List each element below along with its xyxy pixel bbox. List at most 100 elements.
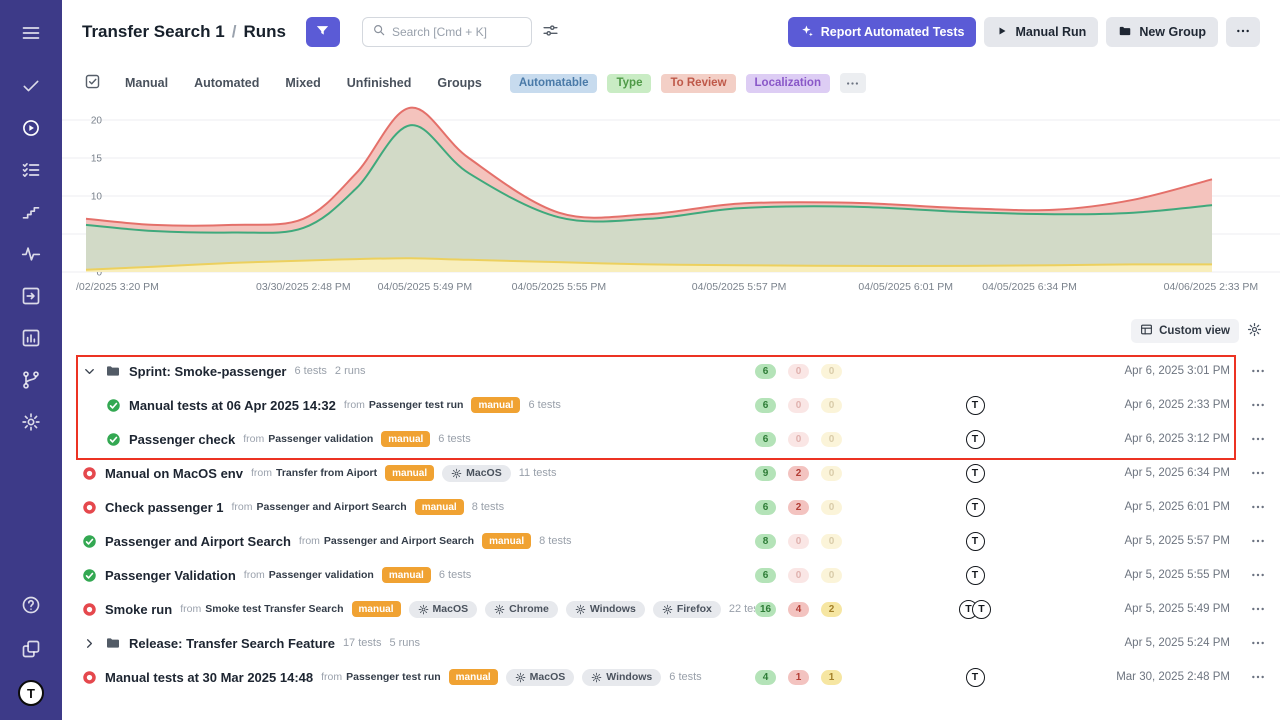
row-more-button[interactable]	[1230, 669, 1266, 685]
folder-icon	[1118, 24, 1132, 41]
run-row[interactable]: Manual on MacOS envfromTransfer from Aip…	[62, 456, 1280, 490]
app-logo[interactable]: T	[18, 680, 44, 706]
assignee-column: TT	[875, 600, 1075, 619]
run-row[interactable]: Manual tests at 06 Apr 2025 14:32fromPas…	[62, 388, 1280, 422]
chevron-right-icon[interactable]	[82, 636, 97, 651]
skipped-count: 0	[821, 568, 842, 583]
run-date: Apr 5, 2025 5:55 PM	[1075, 569, 1230, 581]
result-counts: 920	[755, 466, 875, 481]
avatar: T	[966, 532, 985, 551]
manual-badge: manual	[482, 533, 531, 549]
run-row[interactable]: Smoke runfromSmoke test Transfer Searchm…	[62, 592, 1280, 626]
row-more-button[interactable]	[1230, 465, 1266, 481]
tab-mixed[interactable]: Mixed	[273, 71, 332, 95]
row-main: Passenger checkfromPassenger validationm…	[82, 431, 755, 447]
failed-count: 0	[788, 398, 809, 413]
row-more-button[interactable]	[1230, 567, 1266, 583]
sidebar-item-branches[interactable]	[11, 360, 51, 400]
sidebar-item-help[interactable]	[11, 585, 51, 625]
row-more-button[interactable]	[1230, 363, 1266, 379]
result-counts: 620	[755, 500, 875, 515]
select-runs-button[interactable]	[82, 71, 103, 95]
sidebar-item-analytics[interactable]	[11, 318, 51, 358]
sidebar-item-settings[interactable]	[11, 402, 51, 442]
failed-icon	[82, 500, 97, 515]
run-row[interactable]: Passenger and Airport SearchfromPassenge…	[62, 524, 1280, 558]
source-run-name: Passenger validation	[268, 433, 373, 445]
filter-chip-type[interactable]: Type	[607, 74, 651, 93]
group-row[interactable]: Release: Transfer Search Feature17 tests…	[62, 626, 1280, 660]
group-row[interactable]: Sprint: Smoke-passenger6 tests2 runs600A…	[62, 354, 1280, 388]
tune-button[interactable]	[540, 20, 561, 44]
filter-chip-automatable[interactable]: Automatable	[510, 74, 598, 93]
tab-unfinished[interactable]: Unfinished	[335, 71, 424, 95]
svg-text:04/05/2025 6:01 PM: 04/05/2025 6:01 PM	[858, 281, 953, 293]
folder-icon	[105, 635, 121, 651]
run-title[interactable]: Manual tests at 30 Mar 2025 14:48	[105, 670, 313, 685]
custom-view-button[interactable]: Custom view	[1131, 319, 1239, 343]
sidebar-item-suites[interactable]	[11, 150, 51, 190]
group-title[interactable]: Sprint: Smoke-passenger	[129, 364, 287, 379]
filter-chip-to-review[interactable]: To Review	[661, 74, 735, 93]
skipped-count: 0	[821, 500, 842, 515]
failed-count: 2	[788, 466, 809, 481]
sidebar-item-plans[interactable]	[11, 192, 51, 232]
passed-icon	[82, 534, 97, 549]
main-content: Transfer Search 1 / Runs Report Automate…	[62, 0, 1280, 720]
report-automated-tests-button[interactable]: Report Automated Tests	[788, 17, 977, 47]
view-settings-button[interactable]	[1247, 322, 1262, 340]
manual-run-button[interactable]: Manual Run	[984, 17, 1098, 47]
run-row[interactable]: Passenger checkfromPassenger validationm…	[62, 422, 1280, 456]
passed-count: 4	[755, 670, 776, 685]
gear-icon	[1247, 322, 1262, 340]
run-date: Apr 5, 2025 5:49 PM	[1075, 603, 1230, 615]
sidebar-item-imports[interactable]	[11, 276, 51, 316]
svg-text:04/05/2025 5:49 PM: 04/05/2025 5:49 PM	[378, 281, 473, 293]
funnel-icon	[315, 23, 330, 41]
tab-manual[interactable]: Manual	[113, 71, 180, 95]
row-more-button[interactable]	[1230, 499, 1266, 515]
sidebar-item-activity[interactable]	[11, 234, 51, 274]
skipped-count: 2	[821, 602, 842, 617]
run-title[interactable]: Manual tests at 06 Apr 2025 14:32	[129, 398, 336, 413]
tab-groups[interactable]: Groups	[425, 71, 493, 95]
run-title[interactable]: Smoke run	[105, 602, 172, 617]
sidebar-item-checks[interactable]	[11, 66, 51, 106]
group-runs-count: 5 runs	[389, 637, 420, 649]
search-input[interactable]	[392, 25, 522, 39]
run-title[interactable]: Passenger and Airport Search	[105, 534, 291, 549]
assignee-column: T	[875, 464, 1075, 483]
menu-icon[interactable]	[11, 13, 51, 53]
skipped-count: 0	[821, 364, 842, 379]
source-run-name: Passenger validation	[269, 569, 374, 581]
sidebar-item-docs[interactable]	[11, 629, 51, 669]
run-row[interactable]: Check passenger 1fromPassenger and Airpo…	[62, 490, 1280, 524]
chevron-down-icon[interactable]	[82, 364, 97, 379]
tab-automated[interactable]: Automated	[182, 71, 271, 95]
project-name[interactable]: Transfer Search 1	[82, 22, 225, 42]
tests-count: 8 tests	[539, 535, 571, 547]
run-row[interactable]: Passenger ValidationfromPassenger valida…	[62, 558, 1280, 592]
chips-more-button[interactable]	[840, 73, 866, 93]
row-more-button[interactable]	[1230, 397, 1266, 413]
header-more-button[interactable]	[1226, 17, 1260, 47]
row-more-button[interactable]	[1230, 431, 1266, 447]
run-row[interactable]: Manual tests at 30 Mar 2025 14:48fromPas…	[62, 660, 1280, 694]
run-title[interactable]: Manual on MacOS env	[105, 466, 243, 481]
sidebar-item-runs[interactable]	[11, 108, 51, 148]
filter-button[interactable]	[306, 17, 340, 47]
row-more-button[interactable]	[1230, 601, 1266, 617]
search-box[interactable]	[362, 17, 532, 47]
avatar: T	[966, 498, 985, 517]
run-title[interactable]: Check passenger 1	[105, 500, 224, 515]
filter-chip-localization[interactable]: Localization	[746, 74, 830, 93]
group-title[interactable]: Release: Transfer Search Feature	[129, 636, 335, 651]
run-title[interactable]: Passenger Validation	[105, 568, 236, 583]
new-group-button[interactable]: New Group	[1106, 17, 1218, 47]
tests-count: 6 tests	[439, 569, 471, 581]
run-title[interactable]: Passenger check	[129, 432, 235, 447]
row-more-button[interactable]	[1230, 635, 1266, 651]
tests-count: 22 tests	[729, 603, 755, 615]
row-more-button[interactable]	[1230, 533, 1266, 549]
play-icon	[996, 25, 1008, 40]
